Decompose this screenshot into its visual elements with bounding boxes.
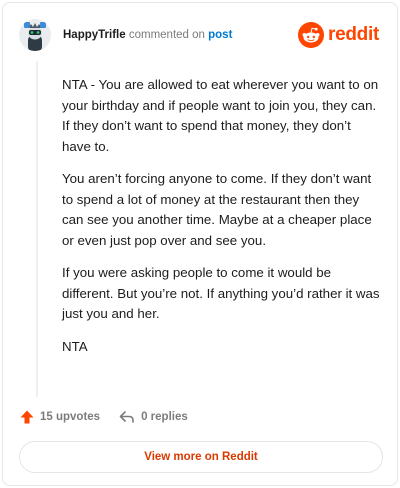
reply-button[interactable]: 0 replies xyxy=(118,409,188,425)
reddit-logo[interactable]: reddit xyxy=(298,21,379,49)
comment-header: HappyTrifle commented on post reddit xyxy=(19,19,381,55)
comment-paragraph: NTA - You are allowed to eat wherever yo… xyxy=(62,77,379,154)
embedded-comment-card: HappyTrifle commented on post reddit NTA… xyxy=(2,2,398,486)
upvote-button[interactable]: 15 upvotes xyxy=(19,409,100,425)
comment-paragraph: If you were asking people to come it wou… xyxy=(62,265,380,321)
view-more-button[interactable]: View more on Reddit xyxy=(19,441,383,473)
comment-paragraph: NTA xyxy=(62,338,88,354)
reddit-snoo-icon xyxy=(298,22,325,48)
comment-body: NTA - You are allowed to eat wherever yo… xyxy=(62,75,382,369)
post-link[interactable]: post xyxy=(208,29,232,41)
username-link[interactable]: HappyTrifle xyxy=(63,29,126,41)
replies-count: 0 replies xyxy=(141,411,188,423)
author-line: HappyTrifle commented on post xyxy=(63,28,232,42)
comment-paragraph: You aren’t forcing anyone to come. If th… xyxy=(62,171,372,248)
commented-on-text: commented on xyxy=(128,29,205,41)
reply-arrow-icon xyxy=(119,411,134,423)
avatar-icon[interactable] xyxy=(19,19,51,51)
reddit-wordmark: reddit xyxy=(328,24,379,45)
upvote-arrow-icon xyxy=(20,410,34,424)
thread-line xyxy=(36,61,38,397)
upvotes-count: 15 upvotes xyxy=(40,411,101,423)
comment-actions: 15 upvotes 0 replies xyxy=(19,407,206,427)
